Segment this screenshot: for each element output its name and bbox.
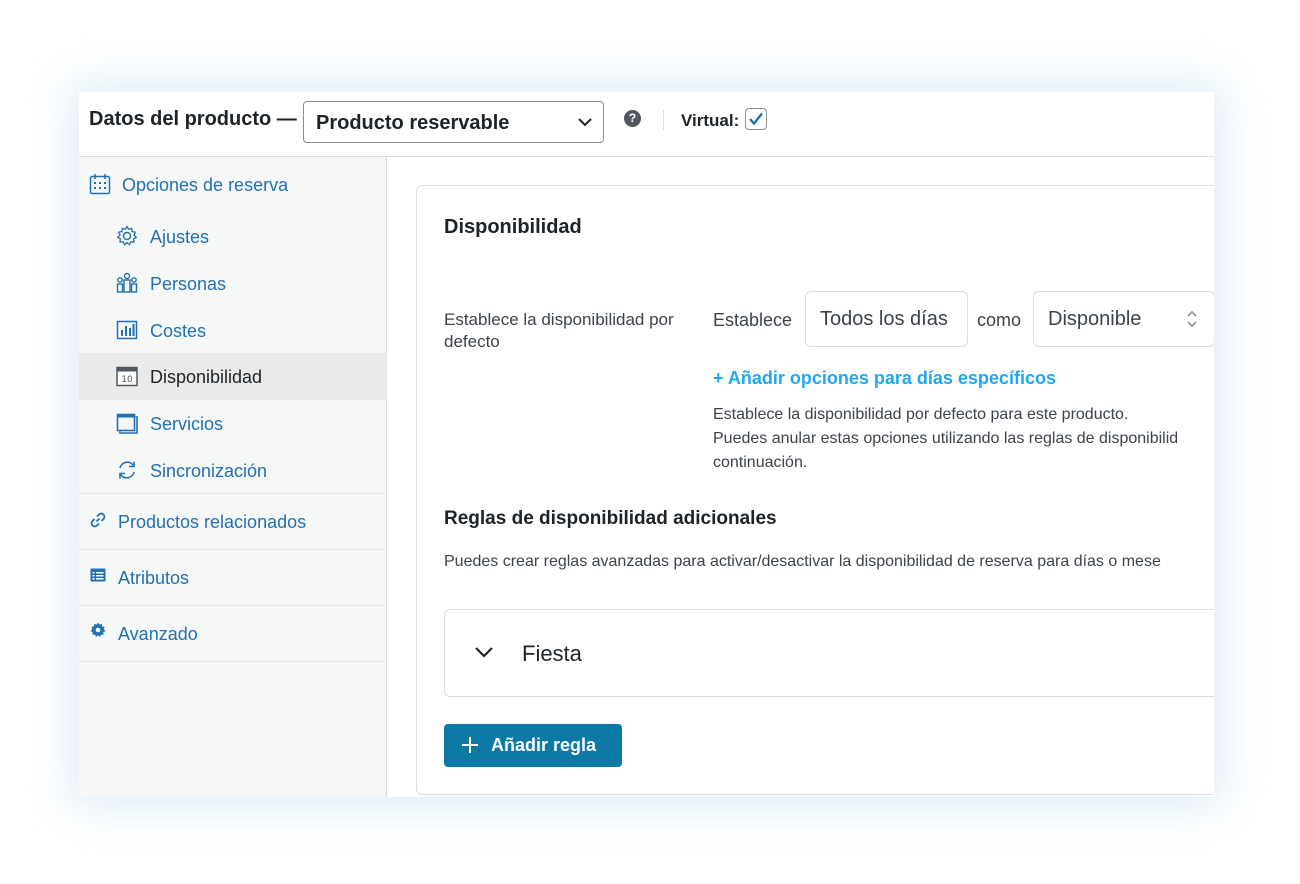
sidebar-item-related-products[interactable]: Productos relacionados [79, 494, 387, 549]
sidebar-item-availability[interactable]: 10 Disponibilidad [79, 353, 387, 400]
section-title: Disponibilidad [444, 216, 582, 238]
sidebar-item-costs[interactable]: Costes [79, 307, 387, 353]
sidebar-item-services[interactable]: Servicios [79, 400, 387, 446]
additional-rules-description: Puedes crear reglas avanzadas para activ… [444, 553, 1161, 570]
sidebar-item-label: Servicios [150, 414, 224, 434]
default-availability-label: Establece la disponibilidad por defecto [444, 310, 674, 351]
days-select[interactable]: Todos los días [805, 291, 968, 347]
sidebar-item-label: Sincronización [150, 461, 268, 481]
plus-icon [462, 737, 478, 753]
sidebar-item-label: Personas [150, 274, 227, 294]
people-icon [116, 272, 138, 293]
svg-text:10: 10 [121, 375, 133, 385]
sidebar-item-attributes[interactable]: Atributos [79, 550, 387, 605]
sync-icon [119, 461, 135, 479]
add-rule-label: Añadir regla [491, 735, 597, 755]
window-icon [116, 413, 138, 434]
sidebar-item-advanced[interactable]: Avanzado [79, 606, 387, 661]
sidebar-item-booking-options[interactable]: Opciones de reserva [79, 157, 387, 209]
sidebar-item-persons[interactable]: Personas [79, 260, 387, 306]
availability-panel: Disponibilidad Establece la disponibilid… [388, 157, 1214, 797]
product-type-select[interactable]: Producto reservable [303, 101, 604, 143]
updown-chevron-icon [1187, 310, 1197, 328]
header-divider [663, 110, 664, 130]
default-availability-description: Establece la disponibilidad por defecto … [713, 403, 1178, 475]
calendar-day-icon: 10 [116, 366, 138, 387]
chevron-down-icon[interactable] [474, 645, 494, 659]
description-line: Puedes anular estas opciones utilizando … [713, 430, 1179, 447]
sidebar-item-label: Costes [150, 321, 207, 341]
gear-icon [116, 225, 138, 246]
add-specific-days-link[interactable]: + Añadir opciones para días específicos [713, 368, 1056, 389]
availability-select[interactable]: Disponible [1033, 291, 1214, 347]
set-word: Establece [713, 310, 793, 330]
product-data-tabs: Opciones de reserva Ajustes Personas Cos… [79, 157, 387, 797]
description-line: Establece la disponibilidad por defecto … [713, 406, 1129, 423]
availability-select-value: Disponible [1048, 308, 1142, 330]
question-circle-icon[interactable]: ? [624, 110, 641, 127]
product-type-value: Producto reservable [316, 112, 510, 134]
add-rule-button[interactable]: Añadir regla [444, 724, 622, 767]
sidebar-item-label: Disponibilidad [150, 367, 263, 387]
virtual-checkbox[interactable] [745, 108, 767, 130]
virtual-label: Virtual: [681, 111, 740, 130]
sidebar-item-label: Productos relacionados [118, 512, 307, 532]
sidebar-divider [79, 661, 387, 662]
availability-card: Disponibilidad Establece la disponibilid… [416, 185, 1214, 795]
cog-icon [90, 622, 106, 637]
days-select-value: Todos los días [820, 308, 948, 330]
sidebar-item-label: Avanzado [118, 624, 198, 644]
product-data-header: Datos del producto — Producto reservable… [79, 92, 1214, 157]
product-data-title: Datos del producto — [89, 108, 297, 130]
calendar-icon [89, 174, 111, 195]
product-data-panel: Datos del producto — Producto reservable… [79, 92, 1214, 797]
sidebar-item-label: Opciones de reserva [122, 175, 289, 195]
rule-name: Fiesta [522, 641, 582, 666]
rule-item[interactable]: Fiesta [444, 609, 1214, 697]
additional-rules-title: Reglas de disponibilidad adicionales [444, 508, 777, 529]
sidebar-item-label: Ajustes [150, 227, 210, 247]
checkmark-icon [749, 112, 763, 126]
sidebar-item-settings[interactable]: Ajustes [79, 213, 387, 259]
as-word: como [977, 310, 1022, 330]
link-icon [90, 512, 106, 528]
description-line: continuación. [713, 454, 808, 471]
list-card-icon [90, 568, 106, 582]
bar-chart-icon [116, 320, 138, 340]
sidebar-item-label: Atributos [118, 568, 190, 588]
chevron-down-icon [578, 118, 592, 127]
sidebar-item-sync[interactable]: Sincronización [79, 447, 387, 493]
